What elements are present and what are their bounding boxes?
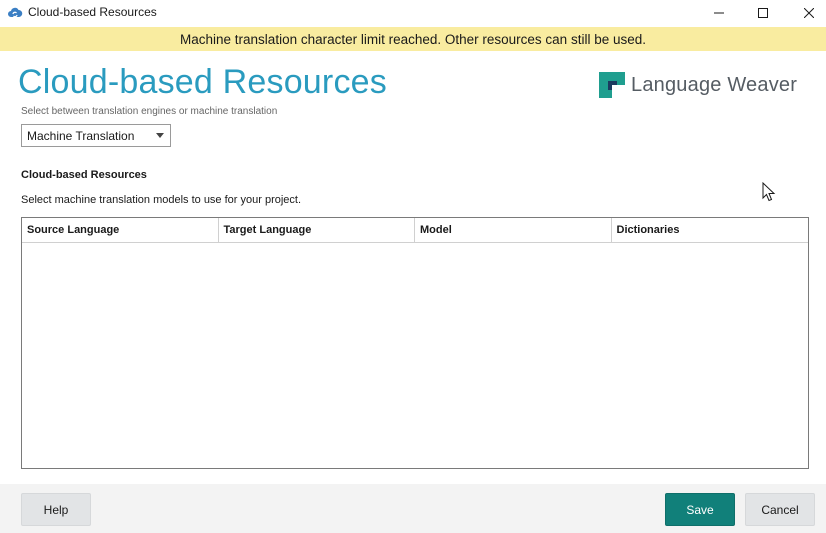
language-weaver-logo-icon — [599, 72, 625, 98]
minimize-button[interactable] — [696, 0, 742, 26]
column-header-source-language[interactable]: Source Language — [22, 218, 219, 242]
window-title: Cloud-based Resources — [28, 5, 157, 19]
grid-header: Source Language Target Language Model Di… — [22, 218, 808, 243]
column-header-target-language[interactable]: Target Language — [219, 218, 415, 242]
maximize-icon — [758, 8, 768, 18]
cloud-sync-icon — [7, 5, 23, 21]
chevron-down-icon — [156, 133, 164, 138]
save-button[interactable]: Save — [665, 493, 735, 526]
cancel-button[interactable]: Cancel — [745, 493, 815, 526]
help-button[interactable]: Help — [21, 493, 91, 526]
banner-message: Machine translation character limit reac… — [180, 31, 646, 47]
mt-models-grid[interactable]: Source Language Target Language Model Di… — [21, 217, 809, 469]
language-weaver-logo: Language Weaver — [599, 71, 797, 99]
minimize-icon — [714, 12, 724, 14]
section-description: Select machine translation models to use… — [21, 194, 302, 206]
close-button[interactable] — [786, 0, 826, 26]
column-header-model[interactable]: Model — [415, 218, 612, 242]
section-heading: Cloud-based Resources — [21, 169, 147, 181]
page-title: Cloud-based Resources — [18, 63, 387, 101]
engine-type-dropdown[interactable]: Machine Translation — [21, 124, 171, 147]
logo-text: Language Weaver — [631, 73, 798, 96]
engine-type-value: Machine Translation — [27, 128, 135, 143]
close-icon — [804, 8, 814, 18]
mouse-cursor-icon — [762, 182, 776, 202]
warning-banner: Machine translation character limit reac… — [0, 27, 826, 51]
page-subtitle: Select between translation engines or ma… — [21, 106, 278, 117]
column-header-dictionaries[interactable]: Dictionaries — [612, 218, 809, 242]
window-titlebar: Cloud-based Resources — [0, 0, 826, 26]
maximize-button[interactable] — [740, 0, 786, 26]
